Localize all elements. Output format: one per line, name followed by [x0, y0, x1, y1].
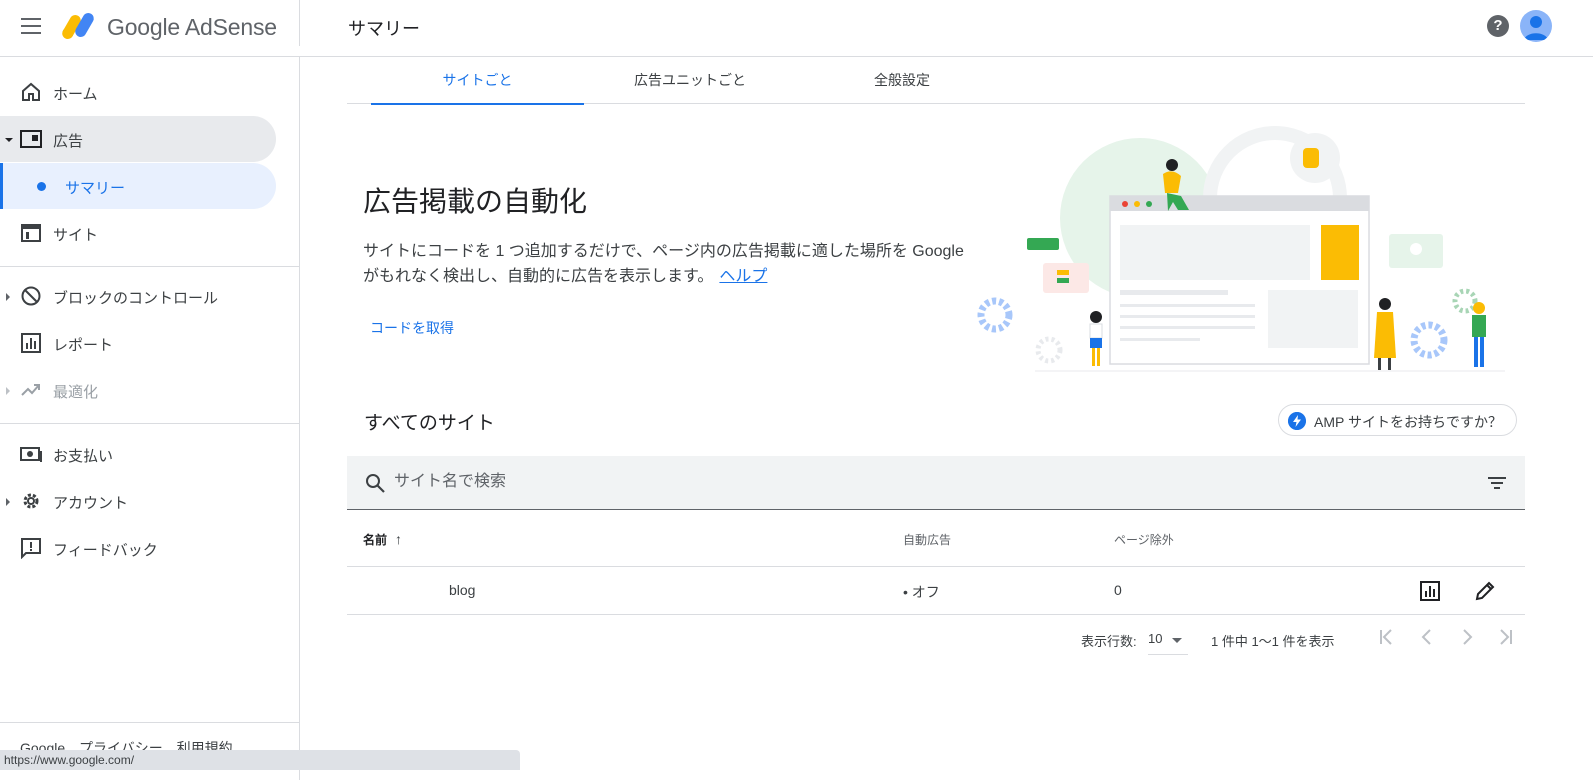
rows-per-page-label: 表示行数:	[1081, 634, 1137, 649]
block-icon	[21, 286, 41, 306]
amp-button-label: AMP サイトをお持ちですか？	[1314, 414, 1502, 430]
top-app-bar: Google AdSense サマリー ?	[0, 0, 1593, 57]
pagination-range: 1 件中 1〜1 件を表示	[1211, 634, 1335, 649]
site-search-bar	[347, 456, 1525, 510]
sidebar-item-label: アカウント	[53, 495, 129, 512]
trending-up-icon	[21, 384, 40, 396]
page-title: サマリー	[348, 19, 420, 39]
caret-down-icon	[5, 138, 13, 142]
browser-status-url: https://www.google.com/	[0, 750, 520, 770]
get-code-button[interactable]: コードを取得	[370, 318, 454, 338]
report-icon	[21, 333, 41, 353]
sidebar-item-label: サマリー	[65, 180, 126, 197]
sidebar-item-label: レポート	[53, 337, 114, 354]
sidebar-item-summary[interactable]: サマリー	[0, 163, 276, 209]
sidebar-item-label: お支払い	[53, 448, 114, 465]
active-dot-icon	[37, 182, 46, 191]
sidebar-item-label: サイト	[53, 227, 99, 244]
auto-ads-description: サイトにコードを 1 つ追加するだけで、ページ内の広告掲載に適した場所を Goo…	[363, 239, 973, 289]
sites-table-header: 名前 ↑ 自動広告 ページ除外	[347, 511, 1525, 567]
page-exclusions-cell: 0	[1114, 582, 1122, 598]
report-icon[interactable]	[1418, 579, 1442, 603]
previous-page-icon[interactable]	[1417, 627, 1437, 647]
last-page-icon[interactable]	[1495, 627, 1515, 647]
rows-per-page-value: 10	[1148, 631, 1163, 646]
tab-general-settings[interactable]: 全般設定	[847, 57, 957, 104]
sidebar-item-payments[interactable]: お支払い	[0, 431, 276, 477]
topbar-divider	[299, 0, 300, 46]
ads-icon	[20, 130, 42, 148]
rows-per-page-select[interactable]: 10	[1148, 625, 1188, 655]
auto-ads-title: 広告掲載の自動化	[363, 186, 588, 217]
payments-icon	[20, 447, 42, 462]
sidebar-item-ads[interactable]: 広告	[0, 116, 276, 162]
search-icon	[366, 474, 385, 493]
table-row: blog • オフ 0	[347, 567, 1525, 615]
sidebar-item-optimization[interactable]: 最適化	[0, 367, 276, 413]
sidebar-divider	[0, 266, 299, 267]
help-icon[interactable]: ?	[1487, 15, 1509, 37]
menu-icon[interactable]	[21, 18, 41, 34]
home-icon	[22, 82, 40, 101]
sidebar-item-reports[interactable]: レポート	[0, 320, 276, 366]
auto-ads-status-cell: • オフ	[903, 584, 940, 600]
sidebar-item-home[interactable]: ホーム	[0, 69, 276, 115]
all-sites-heading: すべてのサイト	[364, 413, 495, 434]
feedback-icon	[21, 538, 41, 559]
next-page-icon[interactable]	[1457, 627, 1477, 647]
lightning-bolt-icon	[1288, 412, 1306, 430]
column-header-name[interactable]: 名前 ↑	[363, 531, 402, 548]
sidebar-item-account[interactable]: アカウント	[0, 478, 276, 524]
sort-ascending-icon: ↑	[395, 531, 403, 547]
app-logo-text: Google AdSense	[107, 14, 277, 40]
column-header-page-exclusions: ページ除外	[1114, 533, 1174, 547]
sidebar-item-label: ホーム	[53, 86, 98, 103]
dropdown-arrow-icon	[1172, 638, 1182, 643]
sidebar-item-label: ブロックのコントロール	[53, 290, 219, 307]
adsense-logo-icon	[62, 13, 94, 39]
account-avatar[interactable]	[1520, 10, 1552, 42]
sites-icon	[21, 224, 41, 242]
sidebar-item-label: フィードバック	[53, 542, 158, 559]
column-header-auto-ads: 自動広告	[903, 533, 952, 547]
tab-bar: サイトごと 広告ユニットごと 全般設定	[347, 57, 1525, 105]
auto-ads-illustration	[977, 126, 1505, 372]
column-header-name-label: 名前	[363, 533, 388, 547]
sidebar-item-feedback[interactable]: フィードバック	[0, 525, 276, 571]
tab-by-ad-unit[interactable]: 広告ユニットごと	[610, 57, 770, 104]
caret-right-icon	[6, 387, 10, 395]
amp-site-button[interactable]: AMP サイトをお持ちですか？	[1278, 404, 1517, 436]
filter-icon[interactable]	[1487, 474, 1507, 492]
site-name-cell[interactable]: blog	[449, 582, 475, 598]
sidebar-item-label: 最適化	[53, 384, 99, 401]
sidebar-nav: ホーム 広告 サマリー サイト ブロックのコントロール レポート 最適化 お支払…	[0, 57, 300, 780]
auto-ads-description-text: サイトにコードを 1 つ追加するだけで、ページ内の広告掲載に適した場所を Goo…	[363, 243, 964, 285]
sidebar-divider	[0, 722, 299, 723]
site-search-input[interactable]	[394, 467, 1394, 497]
caret-right-icon	[6, 293, 10, 301]
help-link[interactable]: ヘルプ	[719, 268, 767, 285]
first-page-icon[interactable]	[1377, 627, 1397, 647]
sidebar-divider	[0, 423, 299, 424]
gear-icon	[23, 493, 39, 509]
table-pagination: 表示行数: 10 1 件中 1〜1 件を表示	[347, 615, 1525, 659]
sidebar-item-sites[interactable]: サイト	[0, 210, 276, 256]
person-icon	[1524, 16, 1548, 40]
edit-pencil-icon[interactable]	[1473, 579, 1497, 603]
sidebar-item-block-controls[interactable]: ブロックのコントロール	[0, 273, 276, 319]
caret-right-icon	[6, 498, 10, 506]
sidebar-item-label: 広告	[53, 133, 84, 150]
tab-by-site[interactable]: サイトごと	[371, 57, 584, 105]
